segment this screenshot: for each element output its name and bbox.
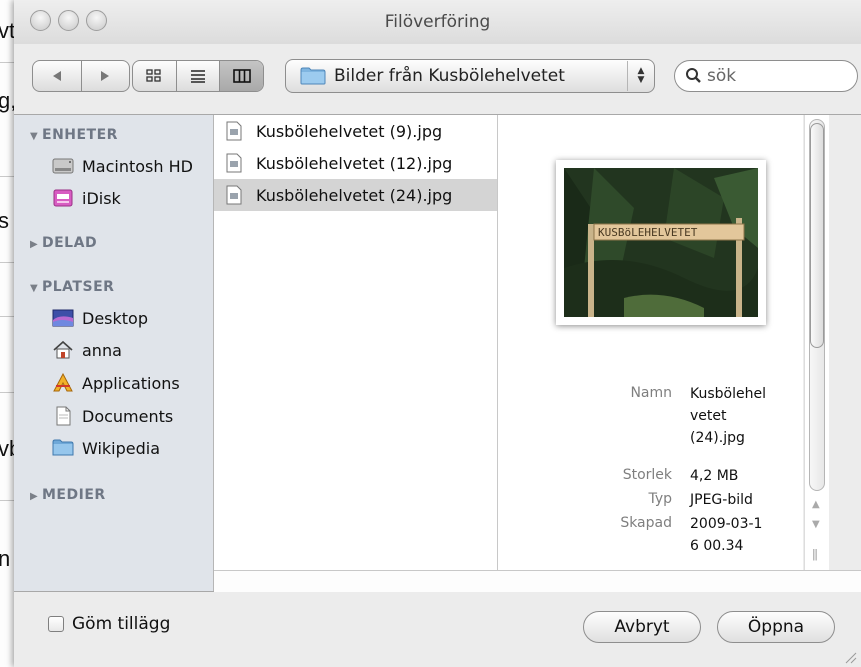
folder-icon <box>52 439 74 456</box>
background-text: s <box>0 208 9 233</box>
path-label: Bilder från Kusbölehelvetet <box>334 66 565 86</box>
sidebar: ▼ ENHETER Macintosh HD iDisk ▶ DELAD ▼ PLAT <box>14 115 214 591</box>
applications-icon <box>53 373 73 392</box>
navigation-segment <box>32 60 130 92</box>
file-row[interactable]: Kusbölehelvetet (9).jpg <box>214 115 497 147</box>
meta-value-size: 4,2 MB <box>690 468 739 484</box>
triangle-right-icon <box>101 71 110 81</box>
file-dialog: Filöverföring Bilder från Kusbölehelvete… <box>14 0 861 667</box>
documents-icon <box>56 406 71 426</box>
back-button[interactable] <box>33 61 81 91</box>
search-icon <box>686 68 701 83</box>
meta-label-size: Storlek <box>622 467 672 483</box>
sidebar-item-anna[interactable]: anna <box>52 337 122 363</box>
sidebar-item-wikipedia[interactable]: Wikipedia <box>52 435 160 461</box>
background-text: n <box>0 546 11 571</box>
column-view-icon <box>232 69 251 83</box>
resize-grip-icon[interactable] <box>843 650 857 664</box>
list-view-button[interactable] <box>177 61 220 91</box>
horizontal-scrollbar[interactable] <box>214 570 861 592</box>
background-text: vt <box>0 18 16 43</box>
sidebar-item-idisk[interactable]: iDisk <box>52 185 121 211</box>
popup-arrows-icon: ▲ ▼ <box>627 61 654 91</box>
jpeg-file-icon <box>226 153 242 173</box>
home-icon <box>53 340 73 359</box>
sidebar-section-delad[interactable]: ▶ DELAD <box>30 235 97 251</box>
meta-value-name: Kusbölehel vetet (24).jpg <box>690 386 766 446</box>
list-view-icon <box>191 70 205 83</box>
disclosure-closed-icon: ▶ <box>30 239 39 250</box>
disclosure-open-icon: ▼ <box>30 131 39 142</box>
sidebar-section-enheter[interactable]: ▼ ENHETER <box>30 127 118 143</box>
hide-extension-label: Göm tillägg <box>72 614 171 634</box>
jpeg-file-icon <box>226 121 242 141</box>
scroll-thumb[interactable] <box>810 123 824 348</box>
meta-value-created: 2009-03-1 6 00.34 <box>690 516 763 554</box>
column-view-button[interactable] <box>220 61 264 91</box>
scroll-down-arrow-icon[interactable]: ▼ <box>812 519 820 530</box>
folder-icon <box>300 67 326 85</box>
meta-label-type: Typ <box>648 491 672 507</box>
sidebar-section-platser[interactable]: ▼ PLATSER <box>30 279 114 295</box>
file-row-selected[interactable]: Kusbölehelvetet (24).jpg <box>214 179 497 211</box>
column-resize-handle[interactable]: ǁ <box>812 547 818 561</box>
sidebar-section-medier[interactable]: ▶ MEDIER <box>30 487 106 503</box>
hide-extension-checkbox[interactable]: Göm tillägg <box>48 614 170 634</box>
file-row[interactable]: Kusbölehelvetet (12).jpg <box>214 147 497 179</box>
title-bar: Filöverföring <box>14 0 861 44</box>
file-column: Kusbölehelvetet (9).jpg Kusbölehelvetet … <box>214 115 498 570</box>
triangle-left-icon <box>52 71 61 81</box>
search-input[interactable] <box>705 65 849 87</box>
icon-view-button[interactable] <box>133 61 176 91</box>
open-button[interactable]: Öppna <box>717 611 835 643</box>
sidebar-item-applications[interactable]: Applications <box>52 370 180 396</box>
disclosure-open-icon: ▼ <box>30 283 39 294</box>
idisk-icon <box>53 189 73 207</box>
checkbox[interactable] <box>48 616 64 632</box>
preview-column: KUSBöLEHELVETET Namn Kusbölehel vetet (2… <box>498 115 803 570</box>
forward-button[interactable] <box>82 61 130 91</box>
icon-view-icon <box>146 69 161 82</box>
window-title: Filöverföring <box>384 12 491 32</box>
vertical-scrollbar[interactable]: ▲ ▼ ǁ <box>804 115 829 570</box>
jpeg-file-icon <box>226 185 242 205</box>
sign-text: KUSBöLEHELVETET <box>598 226 698 239</box>
meta-value-type: JPEG-bild <box>690 492 753 508</box>
sidebar-item-macintosh-hd[interactable]: Macintosh HD <box>52 153 193 179</box>
meta-label-created: Skapad <box>620 515 672 531</box>
view-segment <box>132 60 264 92</box>
desktop-icon <box>52 309 74 327</box>
disclosure-closed-icon: ▶ <box>30 491 39 502</box>
sidebar-item-desktop[interactable]: Desktop <box>52 305 148 331</box>
cancel-button[interactable]: Avbryt <box>583 611 701 643</box>
hard-drive-icon <box>52 158 74 174</box>
sidebar-item-documents[interactable]: Documents <box>52 403 173 429</box>
path-popup[interactable]: Bilder från Kusbölehelvetet ▲ ▼ <box>285 59 655 93</box>
scroll-up-arrow-icon[interactable]: ▲ <box>812 499 820 510</box>
search-field[interactable] <box>674 60 858 92</box>
meta-label-name: Namn <box>630 385 672 401</box>
image-preview: KUSBöLEHELVETET <box>556 160 766 325</box>
browser-area: ▼ ENHETER Macintosh HD iDisk ▶ DELAD ▼ PLAT <box>14 114 861 592</box>
